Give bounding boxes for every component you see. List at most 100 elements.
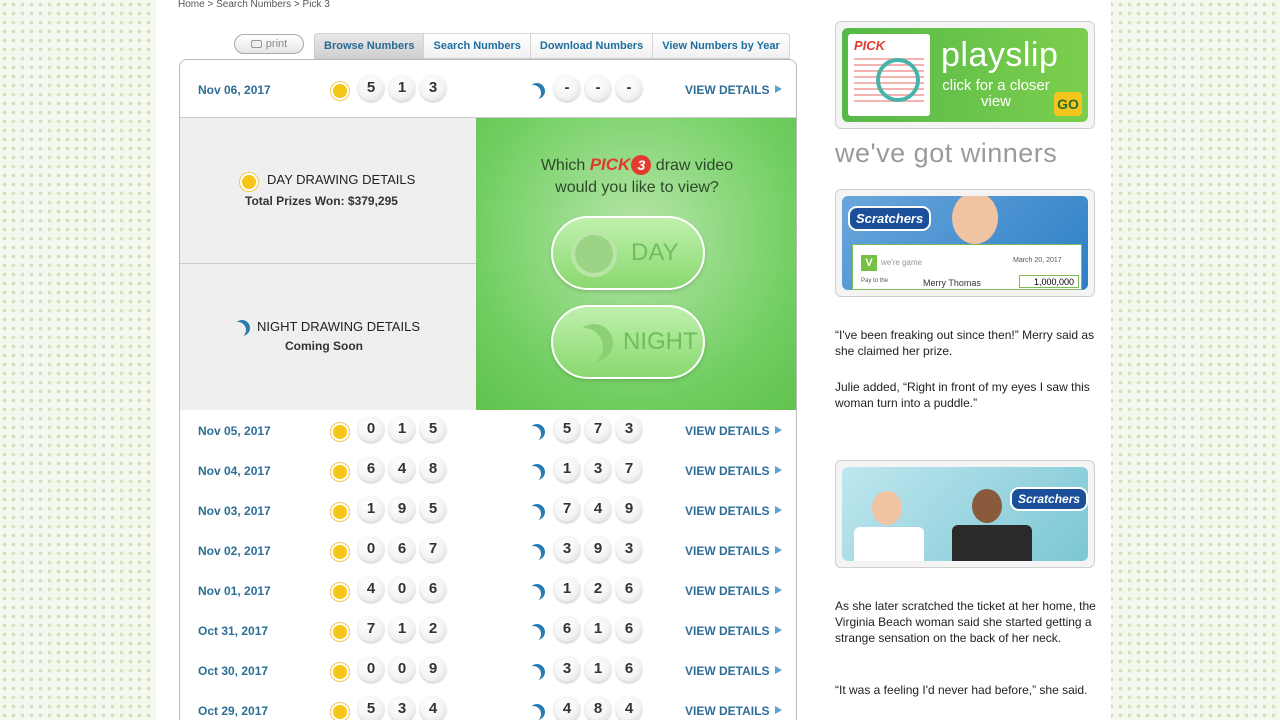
day-ball: 5 bbox=[420, 416, 446, 442]
playslip-card[interactable]: PICK playslip click for a closer view GO bbox=[835, 21, 1095, 129]
draw-row: Nov 02, 2017 0 6 7 3 9 3 VIEW DETAILS bbox=[180, 532, 796, 572]
draw-date: Oct 30, 2017 bbox=[198, 664, 269, 678]
view-details-link[interactable]: VIEW DETAILS bbox=[685, 584, 783, 598]
printer-icon bbox=[250, 40, 262, 48]
night-drawing-details[interactable]: NIGHT DRAWING DETAILS Coming Soon bbox=[180, 264, 476, 410]
view-details-label: VIEW DETAILS bbox=[685, 424, 770, 438]
moon-icon bbox=[234, 320, 250, 336]
draw-date: Nov 05, 2017 bbox=[198, 424, 271, 438]
night-ball: 1 bbox=[585, 656, 611, 682]
draw-date: Oct 29, 2017 bbox=[198, 704, 269, 718]
pick3-logo-digit: 3 bbox=[631, 155, 652, 175]
check-pay-label: Pay to the bbox=[861, 278, 889, 284]
view-details-label: VIEW DETAILS bbox=[685, 83, 770, 97]
breadcrumb: Home > Search Numbers > Pick 3 bbox=[178, 0, 330, 10]
draw-date: Nov 02, 2017 bbox=[198, 544, 271, 558]
night-ball: - bbox=[554, 75, 580, 101]
view-details-link[interactable]: VIEW DETAILS bbox=[685, 504, 783, 518]
day-ball: 9 bbox=[389, 496, 415, 522]
breadcrumb-search-numbers[interactable]: Search Numbers bbox=[216, 0, 291, 10]
breadcrumb-separator: > bbox=[293, 0, 300, 10]
page-container: Home > Search Numbers > Pick 3 print Bro… bbox=[156, 0, 1111, 720]
print-button[interactable]: print bbox=[234, 34, 304, 54]
view-details-link[interactable]: VIEW DETAILS bbox=[685, 664, 783, 678]
day-video-button[interactable]: DAY bbox=[551, 216, 705, 290]
go-button[interactable]: GO bbox=[1054, 92, 1082, 116]
night-video-button[interactable]: NIGHT bbox=[551, 305, 705, 379]
draw-date: Nov 06, 2017 bbox=[198, 83, 271, 97]
day-ball: 4 bbox=[420, 696, 446, 720]
day-ball: 9 bbox=[420, 656, 446, 682]
draw-date: Nov 03, 2017 bbox=[198, 504, 271, 518]
magnifier-icon bbox=[876, 58, 920, 102]
view-details-link[interactable]: VIEW DETAILS bbox=[685, 704, 783, 718]
night-ball: 9 bbox=[585, 536, 611, 562]
view-details-link[interactable]: VIEW DETAILS bbox=[685, 544, 783, 558]
prize-check: V we're game March 20, 2017 Pay to the M… bbox=[852, 244, 1082, 290]
moon-icon bbox=[529, 624, 545, 640]
sun-icon bbox=[329, 80, 351, 102]
winner-photo: Scratchers bbox=[842, 467, 1088, 561]
pick3-logo: PICK 3 bbox=[590, 154, 652, 176]
draw-row: Oct 31, 2017 7 1 2 6 1 6 VIEW DETAILS bbox=[180, 612, 796, 652]
tab-browse-numbers[interactable]: Browse Numbers bbox=[314, 33, 425, 58]
day-video-label: DAY bbox=[631, 239, 679, 266]
draw-row: Nov 06, 2017 5 1 3 - - - VIEW DETAILS bbox=[180, 71, 796, 111]
sun-icon bbox=[329, 621, 351, 643]
sun-icon bbox=[238, 171, 260, 193]
check-amount: 1,000,000 bbox=[1019, 275, 1079, 288]
winner-photo: Scratchers V we're game March 20, 2017 P… bbox=[842, 196, 1088, 290]
playslip-subtitle: click for a closer view bbox=[942, 77, 1050, 110]
day-ball: 7 bbox=[420, 536, 446, 562]
night-ball: 6 bbox=[616, 616, 642, 642]
play-arrow-icon bbox=[775, 466, 783, 474]
night-ball: 7 bbox=[616, 456, 642, 482]
tab-view-by-year[interactable]: View Numbers by Year bbox=[653, 33, 790, 58]
pick3-logo-text: PICK bbox=[589, 155, 631, 174]
draw-row: Oct 30, 2017 0 0 9 3 1 6 VIEW DETAILS bbox=[180, 652, 796, 692]
winner-clothing bbox=[952, 525, 1032, 561]
night-ball: 9 bbox=[616, 496, 642, 522]
night-ball: 5 bbox=[554, 416, 580, 442]
draw-date: Nov 04, 2017 bbox=[198, 464, 271, 478]
drawing-details: DAY DRAWING DETAILS Total Prizes Won: $3… bbox=[180, 117, 796, 410]
draw-date: Nov 01, 2017 bbox=[198, 584, 271, 598]
day-ball: 5 bbox=[358, 696, 384, 720]
day-ball: 0 bbox=[389, 656, 415, 682]
day-drawing-details[interactable]: DAY DRAWING DETAILS Total Prizes Won: $3… bbox=[180, 118, 476, 264]
night-ball: 8 bbox=[585, 696, 611, 720]
night-ball: 3 bbox=[616, 416, 642, 442]
day-ball: 6 bbox=[420, 576, 446, 602]
print-label: print bbox=[265, 38, 288, 50]
moon-icon bbox=[529, 424, 545, 440]
night-ball: 4 bbox=[616, 696, 642, 720]
view-details-link[interactable]: VIEW DETAILS bbox=[685, 83, 783, 97]
tab-bar: Browse Numbers Search Numbers Download N… bbox=[314, 33, 790, 59]
view-details-link[interactable]: VIEW DETAILS bbox=[685, 464, 783, 478]
tab-download-numbers[interactable]: Download Numbers bbox=[530, 33, 654, 58]
day-ball: 2 bbox=[420, 616, 446, 642]
day-ball: 5 bbox=[358, 75, 384, 101]
playslip-title: playslip bbox=[941, 36, 1059, 74]
winner-photo-card[interactable]: Scratchers bbox=[835, 460, 1095, 568]
view-details-link[interactable]: VIEW DETAILS bbox=[685, 624, 783, 638]
results-panel: Nov 06, 2017 5 1 3 - - - VIEW DETAILS DA… bbox=[179, 59, 797, 720]
night-ball: 3 bbox=[616, 536, 642, 562]
view-details-label: VIEW DETAILS bbox=[685, 704, 770, 718]
night-ball: - bbox=[585, 75, 611, 101]
breadcrumb-home[interactable]: Home bbox=[178, 0, 205, 10]
night-ball: 2 bbox=[585, 576, 611, 602]
night-ball: 3 bbox=[554, 536, 580, 562]
day-details-title: DAY DRAWING DETAILS bbox=[267, 172, 416, 187]
draw-row: Nov 05, 2017 0 1 5 5 7 3 VIEW DETAILS bbox=[180, 412, 796, 452]
night-ball: 7 bbox=[554, 496, 580, 522]
night-ball: 4 bbox=[554, 696, 580, 720]
day-ball: 3 bbox=[389, 696, 415, 720]
night-video-label: NIGHT bbox=[623, 328, 698, 355]
winners-heading: we've got winners bbox=[835, 138, 1058, 168]
tab-search-numbers[interactable]: Search Numbers bbox=[424, 33, 531, 58]
winner-photo-card[interactable]: Scratchers V we're game March 20, 2017 P… bbox=[835, 189, 1095, 297]
sun-icon bbox=[329, 461, 351, 483]
day-ball: 3 bbox=[420, 75, 446, 101]
view-details-link[interactable]: VIEW DETAILS bbox=[685, 424, 783, 438]
